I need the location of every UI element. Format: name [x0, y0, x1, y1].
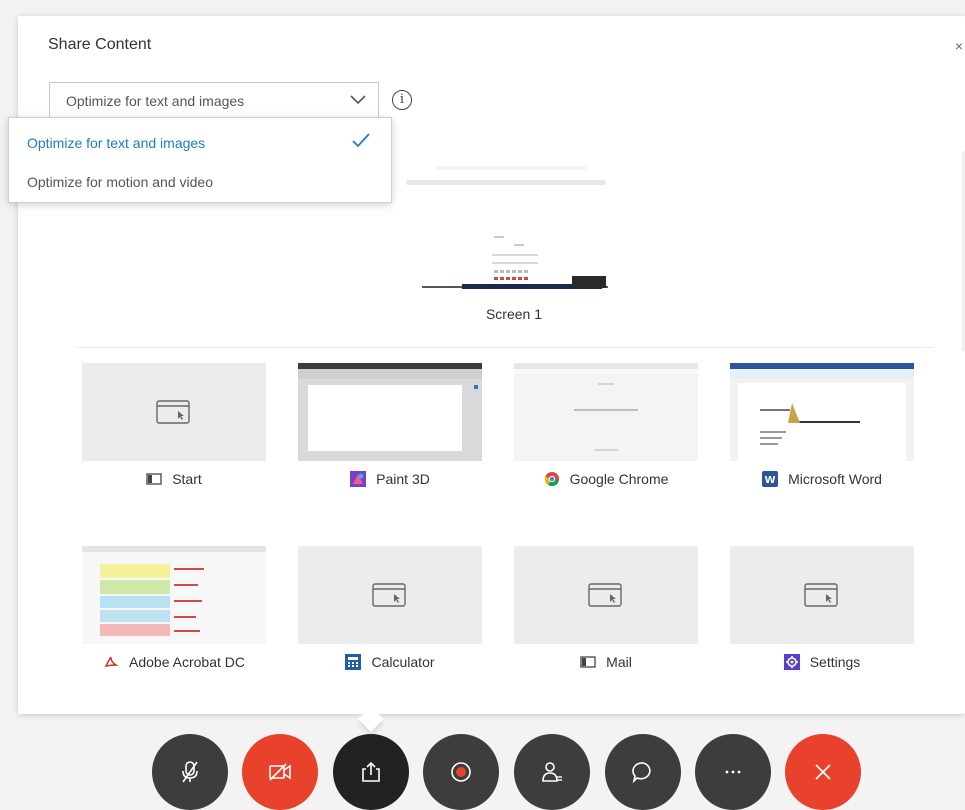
microphone-muted-icon: [182, 761, 198, 783]
chevron-down-icon: [350, 95, 366, 105]
mute-microphone-button[interactable]: [152, 734, 228, 810]
meeting-controls-toolbar: [152, 734, 872, 810]
optimize-dropdown-list: Optimize for text and images Optimize fo…: [8, 117, 392, 203]
window-thumbnail: [82, 363, 266, 461]
svg-text:W: W: [765, 475, 776, 486]
window-thumbnail: [730, 363, 914, 461]
optimize-select[interactable]: Optimize for text and images: [49, 82, 379, 118]
participants-icon: [542, 762, 562, 782]
dialog-title: Share Content: [48, 36, 152, 53]
window-thumbnail: [298, 363, 482, 461]
screen-section-header-placeholder: [436, 166, 586, 170]
settings-icon: [783, 654, 800, 670]
window-placeholder-icon: [804, 583, 838, 607]
window-label: Microsoft Word: [788, 471, 882, 487]
window-placeholder-icon: [588, 583, 622, 607]
leave-meeting-button[interactable]: [785, 734, 861, 810]
close-button[interactable]: ×: [955, 38, 963, 54]
screen-section-header-placeholder: [406, 180, 606, 185]
window-thumbnail: [82, 546, 266, 644]
screen-1-thumbnail[interactable]: [422, 230, 608, 296]
video-off-icon: [269, 763, 291, 781]
screen-1-label: Screen 1: [485, 306, 543, 322]
window-thumbnail: [298, 546, 482, 644]
window-label: Mail: [606, 654, 632, 670]
option-optimize-motion-video[interactable]: Optimize for motion and video: [27, 174, 213, 190]
more-options-button[interactable]: [695, 734, 771, 810]
optimize-select-value: Optimize for text and images: [66, 93, 245, 109]
share-icon: [362, 761, 380, 782]
record-button[interactable]: [423, 734, 499, 810]
window-thumbnail: [730, 546, 914, 644]
meeting-window: Share Content × Optimize for text and im…: [0, 0, 965, 810]
option-optimize-text-images[interactable]: Optimize for text and images: [27, 135, 205, 151]
window-label: Settings: [809, 654, 861, 670]
window-thumbnail: [514, 546, 698, 644]
section-divider: [76, 347, 934, 348]
acrobat-icon: [104, 655, 119, 669]
window-label: Adobe Acrobat DC: [129, 654, 245, 670]
info-icon[interactable]: i: [392, 90, 412, 110]
share-content-button[interactable]: [333, 734, 409, 810]
mail-icon: [580, 656, 596, 668]
chat-button[interactable]: [605, 734, 681, 810]
window-label: Paint 3D: [376, 471, 430, 487]
window-placeholder-icon: [372, 583, 406, 607]
close-icon: [815, 764, 831, 780]
chrome-icon: [544, 472, 559, 487]
chat-icon: [632, 762, 651, 784]
window-label: Calculator: [371, 654, 435, 670]
checkmark-icon: [352, 133, 370, 148]
window-placeholder-icon: [156, 400, 190, 424]
stop-video-button[interactable]: [242, 734, 318, 810]
paint-3d-icon: [350, 471, 367, 487]
window-label: Start: [172, 471, 202, 487]
participants-button[interactable]: [514, 734, 590, 810]
window-thumbnail: [514, 363, 698, 461]
word-icon: W: [762, 471, 779, 487]
record-icon: [451, 762, 471, 782]
window-label: Google Chrome: [569, 471, 669, 487]
calculator-icon: [345, 654, 362, 670]
more-icon: [725, 770, 741, 774]
start-window-icon: [146, 473, 162, 485]
